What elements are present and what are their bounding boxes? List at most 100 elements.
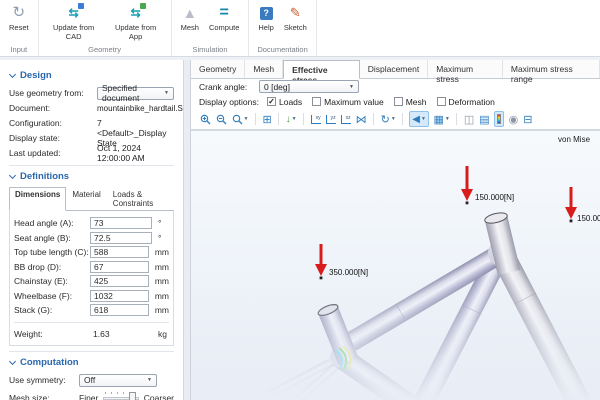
reset-icon: ↻ [13,6,26,20]
zoom-extents-icon[interactable]: ▼ [232,114,249,125]
top-tube-length-input[interactable]: 588 [90,246,149,258]
slider-handle[interactable] [129,392,136,400]
group-caption-documentation: Documentation [253,44,311,56]
chevron-down-icon: ▼ [147,377,152,383]
divider [9,351,174,352]
crank-angle-dropdown[interactable]: 0 [deg] ▼ [259,80,359,93]
zoom-out-icon[interactable] [216,114,227,125]
view-xy-plane-icon[interactable]: xy [311,115,321,124]
section-header-computation[interactable]: Computation [9,357,174,368]
graphics-viewport[interactable]: von Mise 150.000[N] 150.000[N] 350.000[N… [191,130,600,400]
sketch-icon: ✎ [290,5,301,21]
compute-button[interactable]: = Compute [204,3,244,33]
color-legend-icon [497,114,501,124]
split-view-icon[interactable]: ◫ [464,113,474,126]
chainstay-input[interactable]: 425 [90,275,149,287]
section-header-design[interactable]: Design [9,70,174,81]
update-from-app-button[interactable]: ⇆ Update from App [105,3,167,43]
load-label-150n-b: 150.000[N] [577,214,600,223]
divider [278,113,279,125]
update-from-cad-button[interactable]: ⇆ Update from CAD [43,3,105,43]
mesh-size-slider[interactable] [103,390,138,400]
view-yz-plane-icon[interactable]: yz [326,115,336,124]
checkbox-deformation[interactable]: Deformation [437,97,495,107]
ribbon-group-input: ↻ Reset Input [0,0,39,56]
color-legend-toggle[interactable] [494,111,504,127]
checkbox-maximum-value[interactable]: Maximum value [312,97,384,107]
tab-dimensions[interactable]: Dimensions [9,187,66,211]
mesh-button[interactable]: ▲ Mesh [176,3,204,33]
divider [9,165,174,166]
settings-sidebar: Design Use geometry from: Specified docu… [0,60,184,400]
checkbox-icon: ✓ [267,97,276,106]
update-from-cad-icon: ⇆ [69,6,79,20]
group-caption-geometry: Geometry [43,44,167,56]
chevron-down-icon: ▼ [164,90,169,96]
divider [373,113,374,125]
plot-settings-icon[interactable]: ▤ [479,113,489,126]
weight-value: 1.63 [90,329,152,339]
zoom-in-icon[interactable] [200,114,211,125]
seat-angle-input[interactable]: 72.5 [90,232,152,244]
reset-button[interactable]: ↻ Reset [4,3,34,33]
tab-maximum-stress-range[interactable]: Maximum stress range [503,60,600,78]
collapse-chevron-icon [9,71,16,78]
stack-input[interactable]: 618 [90,304,149,316]
tab-material[interactable]: Material [66,187,106,211]
default-view-icon[interactable]: ↓▼ [286,114,297,125]
configuration-value: 7 [97,118,102,128]
dimensions-panel: Head angle (A): 73 ° Seat angle (B): 72.… [9,210,174,346]
scene-light-toggle[interactable]: ◀▼ [409,111,429,127]
tab-mesh[interactable]: Mesh [245,60,283,78]
scene-light-icon: ◀ [412,114,420,125]
tab-displacement[interactable]: Displacement [360,60,429,78]
transparency-icon[interactable]: ▦▼ [433,113,449,126]
checkbox-icon [312,97,321,106]
checkbox-icon [394,97,403,106]
ribbon-group-geometry: ⇆ Update from CAD ⇆ Update from App Geom… [39,0,172,56]
use-geometry-label: Use geometry from: [9,88,97,98]
divider [456,113,457,125]
bike-frame-3d-view [191,131,600,400]
checkbox-loads[interactable]: ✓ Loads [267,97,302,107]
tab-effective-stress[interactable]: Effective stress [283,60,360,79]
mesh-icon: ▲ [183,5,197,21]
rotate-view-icon[interactable]: ↻▼ [381,113,396,126]
coarser-label: Coarser [144,393,174,400]
checkbox-mesh[interactable]: Mesh [394,97,427,107]
wheelbase-input[interactable]: 1032 [90,290,149,302]
ribbon-toolbar: ↻ Reset Input ⇆ Update from CAD ⇆ Update… [0,0,600,57]
mirror-view-icon[interactable]: ⋈ [356,113,367,126]
divider [402,113,403,125]
load-label-150n-a: 150.000[N] [475,193,514,202]
use-symmetry-dropdown[interactable]: Off ▼ [79,374,157,387]
section-header-definitions[interactable]: Definitions [9,171,174,182]
checkbox-icon [437,97,446,106]
load-arrow-2 [565,187,577,222]
update-from-app-icon: ⇆ [131,6,141,20]
help-button[interactable]: ? Help [253,3,278,33]
ribbon-group-documentation: ? Help ✎ Sketch Documentation [249,0,316,56]
tab-geometry[interactable]: Geometry [191,60,245,78]
head-angle-input[interactable]: 73 [90,217,152,229]
display-options-label: Display options: [199,97,267,107]
sketch-button[interactable]: ✎ Sketch [279,3,312,33]
legend-title: von Mise [558,135,590,144]
load-label-350n: 350.000[N] [329,268,368,277]
bb-drop-input[interactable]: 67 [90,261,149,273]
results-tab-strip: Geometry Mesh Effective stress Displacem… [191,60,600,79]
crank-angle-label: Crank angle: [199,82,259,92]
zoom-box-icon[interactable]: ⊞ [262,113,271,126]
print-icon[interactable]: ⊟ [523,113,532,126]
document-value: mountainbike_hardtail.SLDPRT [97,104,184,113]
ribbon-group-simulation: ▲ Mesh = Compute Simulation [172,0,250,56]
load-arrow-1 [461,166,473,204]
divider [255,113,256,125]
view-xz-plane-icon[interactable]: xz [341,115,351,124]
definitions-tab-strip: Dimensions Material Loads & Constraints [9,187,174,211]
snapshot-camera-icon[interactable]: ◉ [509,113,519,126]
chevron-down-icon: ▼ [349,84,354,90]
tab-loads-constraints[interactable]: Loads & Constraints [107,187,174,211]
tab-maximum-stress[interactable]: Maximum stress [428,60,503,78]
use-geometry-dropdown[interactable]: Specified document ▼ [97,87,174,100]
